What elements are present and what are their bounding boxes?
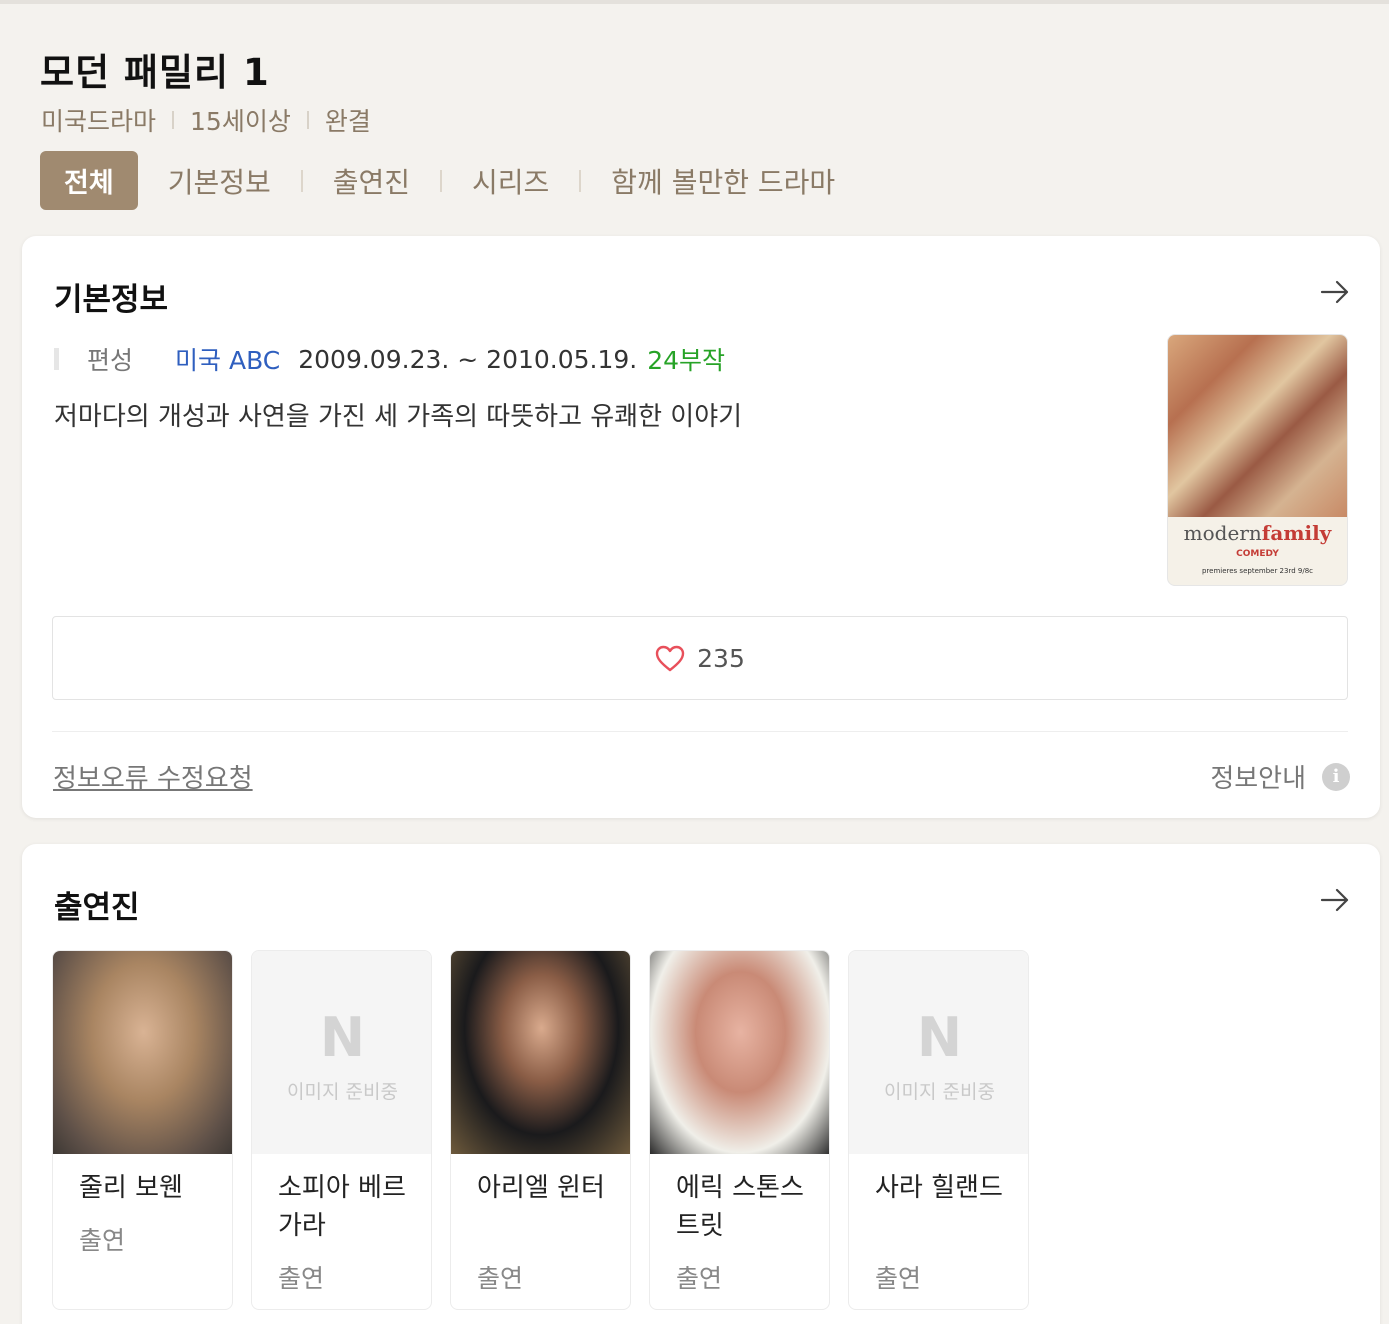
cast-item[interactable]: 줄리 보웬 출연	[52, 950, 233, 1310]
like-count: 235	[697, 643, 745, 673]
placeholder-text: 이미지 준비중	[287, 1081, 398, 1103]
cast-photo	[451, 951, 630, 1154]
cast-list: 줄리 보웬 출연 N 이미지 준비중 소피아 베르가라 출연 아리엘 윈터 출연…	[52, 950, 1047, 1310]
tab-similar-dramas[interactable]: 함께 볼만한 드라마	[611, 151, 835, 210]
broadcast-label: 편성	[87, 346, 134, 375]
cast-role: 출연	[875, 1264, 922, 1293]
cast-photo-placeholder: N 이미지 준비중	[849, 951, 1028, 1154]
meta-info: 미국드라마 15세이상 완결	[41, 102, 371, 138]
poster-photo	[1168, 335, 1347, 517]
poster-image[interactable]: modernfamily COMEDY premieres september …	[1167, 334, 1348, 586]
like-button[interactable]: 235	[52, 616, 1348, 700]
basic-info-title: 기본정보	[54, 282, 169, 318]
info-guide-button[interactable]: 정보안내 i	[1210, 758, 1350, 795]
arrow-right-icon[interactable]	[1320, 888, 1350, 912]
cast-photo	[53, 951, 232, 1154]
cast-card: 출연진 줄리 보웬 출연 N 이미지 준비중 소피아 베르가라 출연 아리엘 윈…	[22, 844, 1380, 1324]
tab-series[interactable]: 시리즈	[472, 151, 549, 210]
meta-genre: 미국드라마	[41, 107, 157, 136]
air-dates: 2009.09.23. ~ 2010.05.19.	[298, 344, 638, 374]
poster-premiere: premieres september 23rd 9/8c	[1201, 567, 1313, 575]
report-error-link[interactable]: 정보오류 수정요청	[53, 758, 253, 795]
cast-role: 출연	[278, 1264, 325, 1293]
cast-name: 줄리 보웬	[79, 1173, 183, 1203]
cast-name: 아리엘 윈터	[477, 1173, 605, 1203]
basic-info-card: 기본정보 편성 미국 ABC 2009.09.23. ~ 2010.05.19.…	[22, 236, 1380, 818]
tab-bar: 전체 기본정보 출연진 시리즈 함께 볼만한 드라마	[40, 151, 835, 210]
cast-item[interactable]: N 이미지 준비중 사라 힐랜드 출연	[848, 950, 1029, 1310]
naver-n-icon: N	[319, 1006, 366, 1069]
meta-divider	[306, 111, 309, 129]
cast-item[interactable]: N 이미지 준비중 소피아 베르가라 출연	[251, 950, 432, 1310]
cast-item[interactable]: 에릭 스톤스트릿 출연	[649, 950, 830, 1310]
synopsis: 저마다의 개성과 사연을 가진 세 가족의 따뜻하고 유쾌한 이야기	[54, 402, 743, 432]
broadcast-info: 편성 미국 ABC 2009.09.23. ~ 2010.05.19. 24부작	[54, 341, 725, 377]
cast-role: 출연	[79, 1226, 126, 1255]
tab-divider	[440, 169, 443, 192]
meta-rating: 15세이상	[190, 107, 291, 136]
cast-photo	[650, 951, 829, 1154]
cast-title: 출연진	[54, 890, 140, 926]
info-guide-label: 정보안내	[1210, 764, 1306, 794]
info-icon: i	[1322, 762, 1350, 791]
tab-basic-info[interactable]: 기본정보	[168, 151, 271, 210]
tab-divider	[300, 169, 303, 192]
poster-logo: modernfamily	[1183, 521, 1332, 545]
page-title: 모던 패밀리 1	[40, 51, 270, 94]
tab-all[interactable]: 전체	[40, 151, 138, 210]
cast-role: 출연	[477, 1264, 524, 1293]
arrow-right-icon[interactable]	[1320, 280, 1350, 304]
cast-name: 소피아 베르가라	[278, 1173, 406, 1241]
label-bar	[54, 348, 59, 370]
poster-channel: COMEDY	[1236, 549, 1279, 559]
placeholder-text: 이미지 준비중	[884, 1081, 995, 1103]
drama-header: 모던 패밀리 1 미국드라마 15세이상 완결 전체 기본정보 출연진 시리즈 …	[0, 0, 1389, 236]
episode-count: 24부작	[647, 346, 726, 375]
meta-divider	[172, 111, 175, 129]
cast-photo-placeholder: N 이미지 준비중	[252, 951, 431, 1154]
tab-cast[interactable]: 출연진	[333, 151, 410, 210]
naver-n-icon: N	[916, 1006, 963, 1069]
cast-name: 사라 힐랜드	[875, 1173, 1003, 1203]
network-link[interactable]: 미국 ABC	[175, 341, 280, 377]
heart-icon	[655, 645, 685, 671]
tab-divider	[579, 169, 582, 192]
cast-item[interactable]: 아리엘 윈터 출연	[450, 950, 631, 1310]
meta-status: 완결	[324, 107, 371, 136]
divider	[52, 731, 1348, 732]
cast-role: 출연	[676, 1264, 723, 1293]
cast-name: 에릭 스톤스트릿	[676, 1173, 804, 1241]
